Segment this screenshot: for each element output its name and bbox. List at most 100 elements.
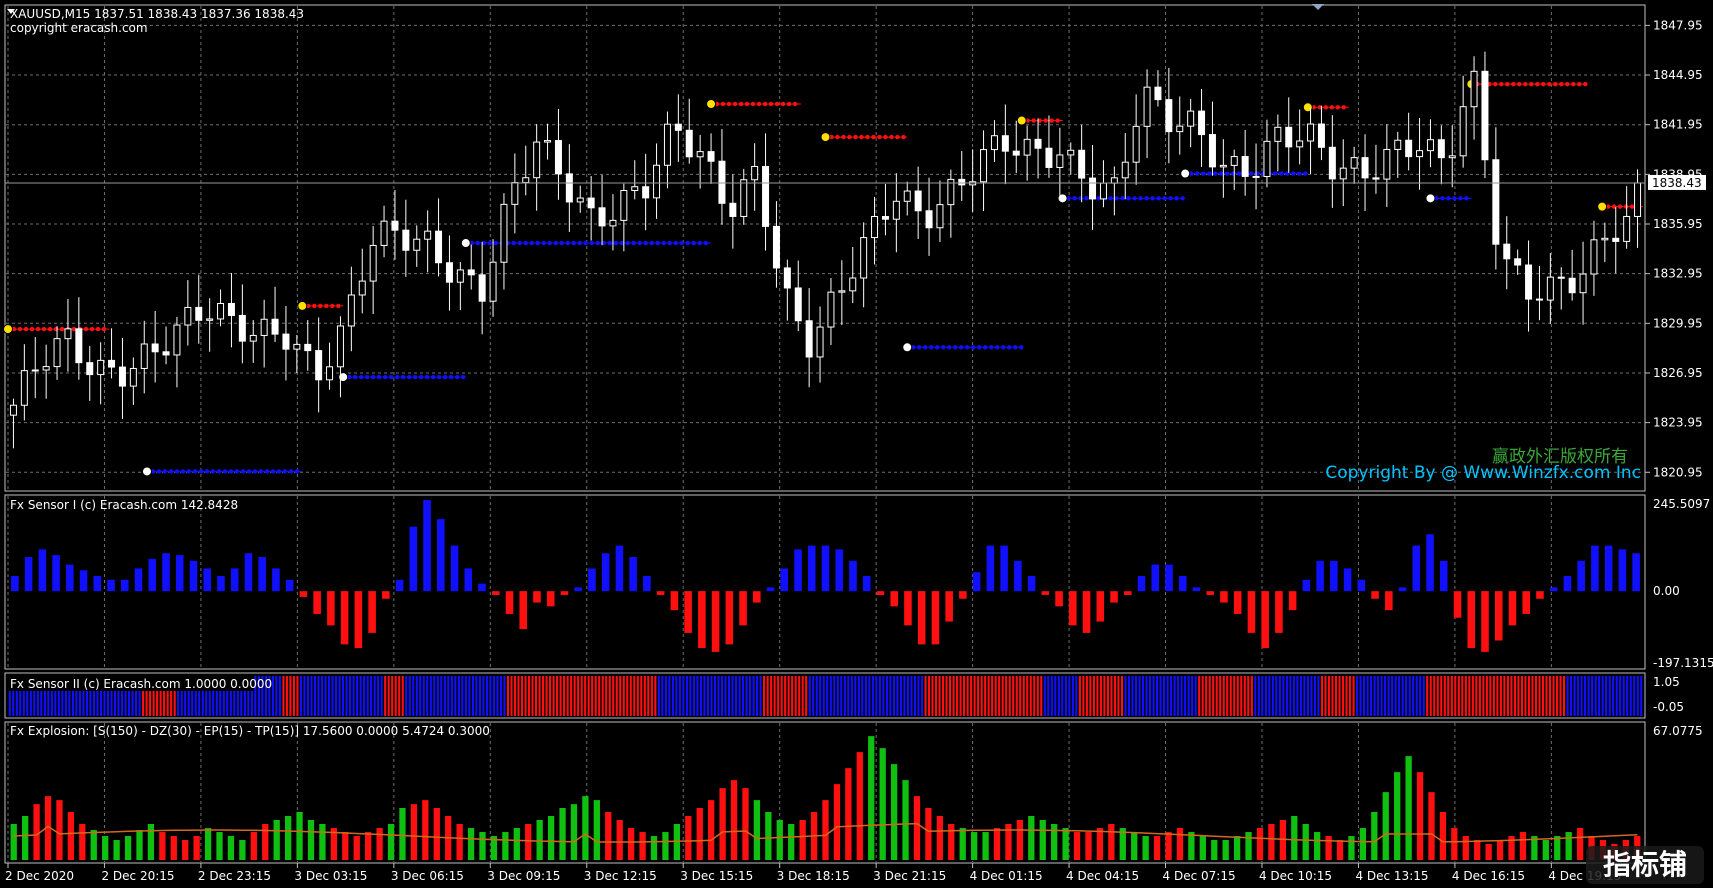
candle-bullish — [456, 269, 464, 283]
sell-stop-dot — [889, 134, 894, 140]
price-tick-label: 1823.95 — [1653, 416, 1703, 430]
sell-stop-dot — [883, 134, 888, 140]
candle-bullish — [1394, 139, 1402, 150]
buy-stop-dot — [923, 345, 928, 350]
candle-bullish — [140, 343, 148, 369]
candle-bearish — [227, 302, 235, 316]
candle-bullish — [1470, 70, 1478, 108]
sensor1-axis: 245.5097 0.00 -197.1315 — [1653, 497, 1713, 670]
buy-stop-dot — [1126, 196, 1131, 201]
candle-bullish — [751, 165, 759, 181]
time-tick-label: 3 Dec 03:15 — [294, 869, 367, 883]
buy-stop-dot — [577, 240, 582, 246]
candle-bullish — [1187, 110, 1195, 127]
candle-bearish — [1514, 258, 1522, 266]
candle-bearish — [674, 123, 682, 131]
candle-bullish — [260, 318, 268, 336]
candle-bearish — [86, 362, 94, 376]
buy-stop-dot — [1303, 171, 1308, 176]
buy-stop-dot — [571, 240, 576, 246]
price-pane[interactable]: 1847.951844.951841.951838.951835.951832.… — [3, 4, 1707, 492]
buy-stop-dot — [565, 240, 570, 246]
sell-stop-dot — [1335, 105, 1341, 110]
price-tick-label: 1826.95 — [1653, 366, 1703, 380]
buy-stop-dot — [246, 469, 252, 474]
buy-stop-dot — [192, 469, 198, 474]
buy-stop-dot — [1452, 196, 1457, 201]
buy-stop-dot — [412, 374, 418, 380]
candle-bearish — [729, 202, 737, 217]
candle-bullish — [903, 190, 911, 202]
sensor2-pane[interactable]: 1.05 -0.05 Fx Sensor II (c) Eracash.com 1… — [4, 672, 1684, 719]
buy-stop-dot — [1195, 171, 1200, 176]
buy-stop-dot — [691, 240, 696, 246]
candle-bearish — [772, 225, 780, 269]
sell-stop-dot — [901, 134, 906, 140]
buy-stop-dot — [460, 374, 466, 380]
candle-bullish — [42, 366, 50, 371]
candle-bearish — [1012, 150, 1020, 156]
candle-bearish — [391, 220, 399, 231]
candle-bullish — [1023, 138, 1031, 156]
candle-bullish — [20, 370, 28, 406]
candle-bearish — [1045, 147, 1053, 168]
sell-stop-dot — [1577, 81, 1582, 87]
buy-stop-dot — [953, 345, 958, 350]
sensor1-pane[interactable]: 245.5097 0.00 -197.1315 Fx Sensor I (c) Er… — [4, 494, 1713, 670]
buy-stop-dot — [589, 240, 594, 246]
symbol-header: XAUUSD,M15 1837.51 1838.43 1837.36 1838.… — [10, 7, 304, 21]
sell-stop-dot — [1583, 81, 1588, 87]
buy-stop-dot — [424, 374, 430, 380]
sell-stop-start-marker — [1597, 201, 1608, 212]
sell-stop-dot — [41, 326, 47, 332]
candle-bullish — [936, 204, 944, 229]
sell-stop-dot — [847, 134, 852, 140]
candle-bearish — [467, 269, 475, 276]
buy-stop-dot — [1180, 196, 1185, 201]
buy-stop-dot — [294, 469, 300, 474]
buy-stop-dot — [180, 469, 186, 474]
candle-bullish — [990, 135, 998, 151]
candle-bearish — [1437, 139, 1445, 159]
sell-stop-dot — [762, 101, 768, 107]
explosion-axis: 67.0775 — [1653, 724, 1703, 738]
candle-bearish — [762, 165, 770, 227]
explosion-tick-label: 67.0775 — [1653, 724, 1703, 738]
buy-stop-dot — [264, 469, 270, 474]
buy-stop-dot — [168, 469, 174, 474]
buy-stop-start-marker — [902, 342, 913, 353]
buy-stop-dot — [1174, 196, 1179, 201]
candle-bearish — [75, 328, 83, 364]
candle-bearish — [1089, 177, 1097, 200]
buy-stop-start-marker — [1425, 193, 1436, 204]
sell-stop-dot — [1535, 81, 1540, 87]
sell-stop-dot — [1541, 81, 1546, 87]
candle-bearish — [1481, 70, 1489, 161]
buy-stop-dot — [1207, 171, 1212, 176]
price-tick-label: 1841.95 — [1653, 118, 1703, 132]
sensor2-axis: 1.05 -0.05 — [1653, 675, 1684, 714]
time-tick-label: 3 Dec 12:15 — [584, 869, 657, 883]
buy-stop-dot — [1446, 196, 1451, 201]
buy-stop-dot — [625, 240, 630, 246]
sell-stop-dot — [786, 101, 792, 107]
candle-bearish — [1535, 298, 1543, 301]
trading-chart[interactable]: 1847.951844.951841.951838.951835.951832.… — [0, 0, 1713, 888]
sell-stop-start-marker — [3, 324, 13, 335]
time-axis: 2 Dec 2020 2 Dec 20:15 2 Dec 23:15 3 Dec 03… — [5, 863, 1621, 883]
buy-stop-dot — [258, 469, 264, 474]
candle-bullish — [1296, 140, 1304, 148]
price-tick-label: 1829.95 — [1653, 316, 1703, 330]
time-tick-label: 3 Dec 09:15 — [487, 869, 560, 883]
explosion-pane[interactable]: 67.0775 Fx Explosion: [S(150) - DZ(30) -… — [4, 721, 1703, 864]
candle-bullish — [740, 179, 748, 217]
candle-bullish — [1110, 177, 1118, 184]
buy-stop-dot — [204, 469, 210, 474]
sell-stop-dot — [768, 101, 774, 107]
candle-bullish — [413, 238, 421, 251]
buy-stop-dot — [995, 345, 1000, 350]
candle-bearish — [445, 262, 453, 283]
candle-bullish — [369, 244, 377, 282]
sell-stop-dot — [35, 326, 41, 332]
current-price-value: 1838.43 — [1652, 176, 1702, 190]
